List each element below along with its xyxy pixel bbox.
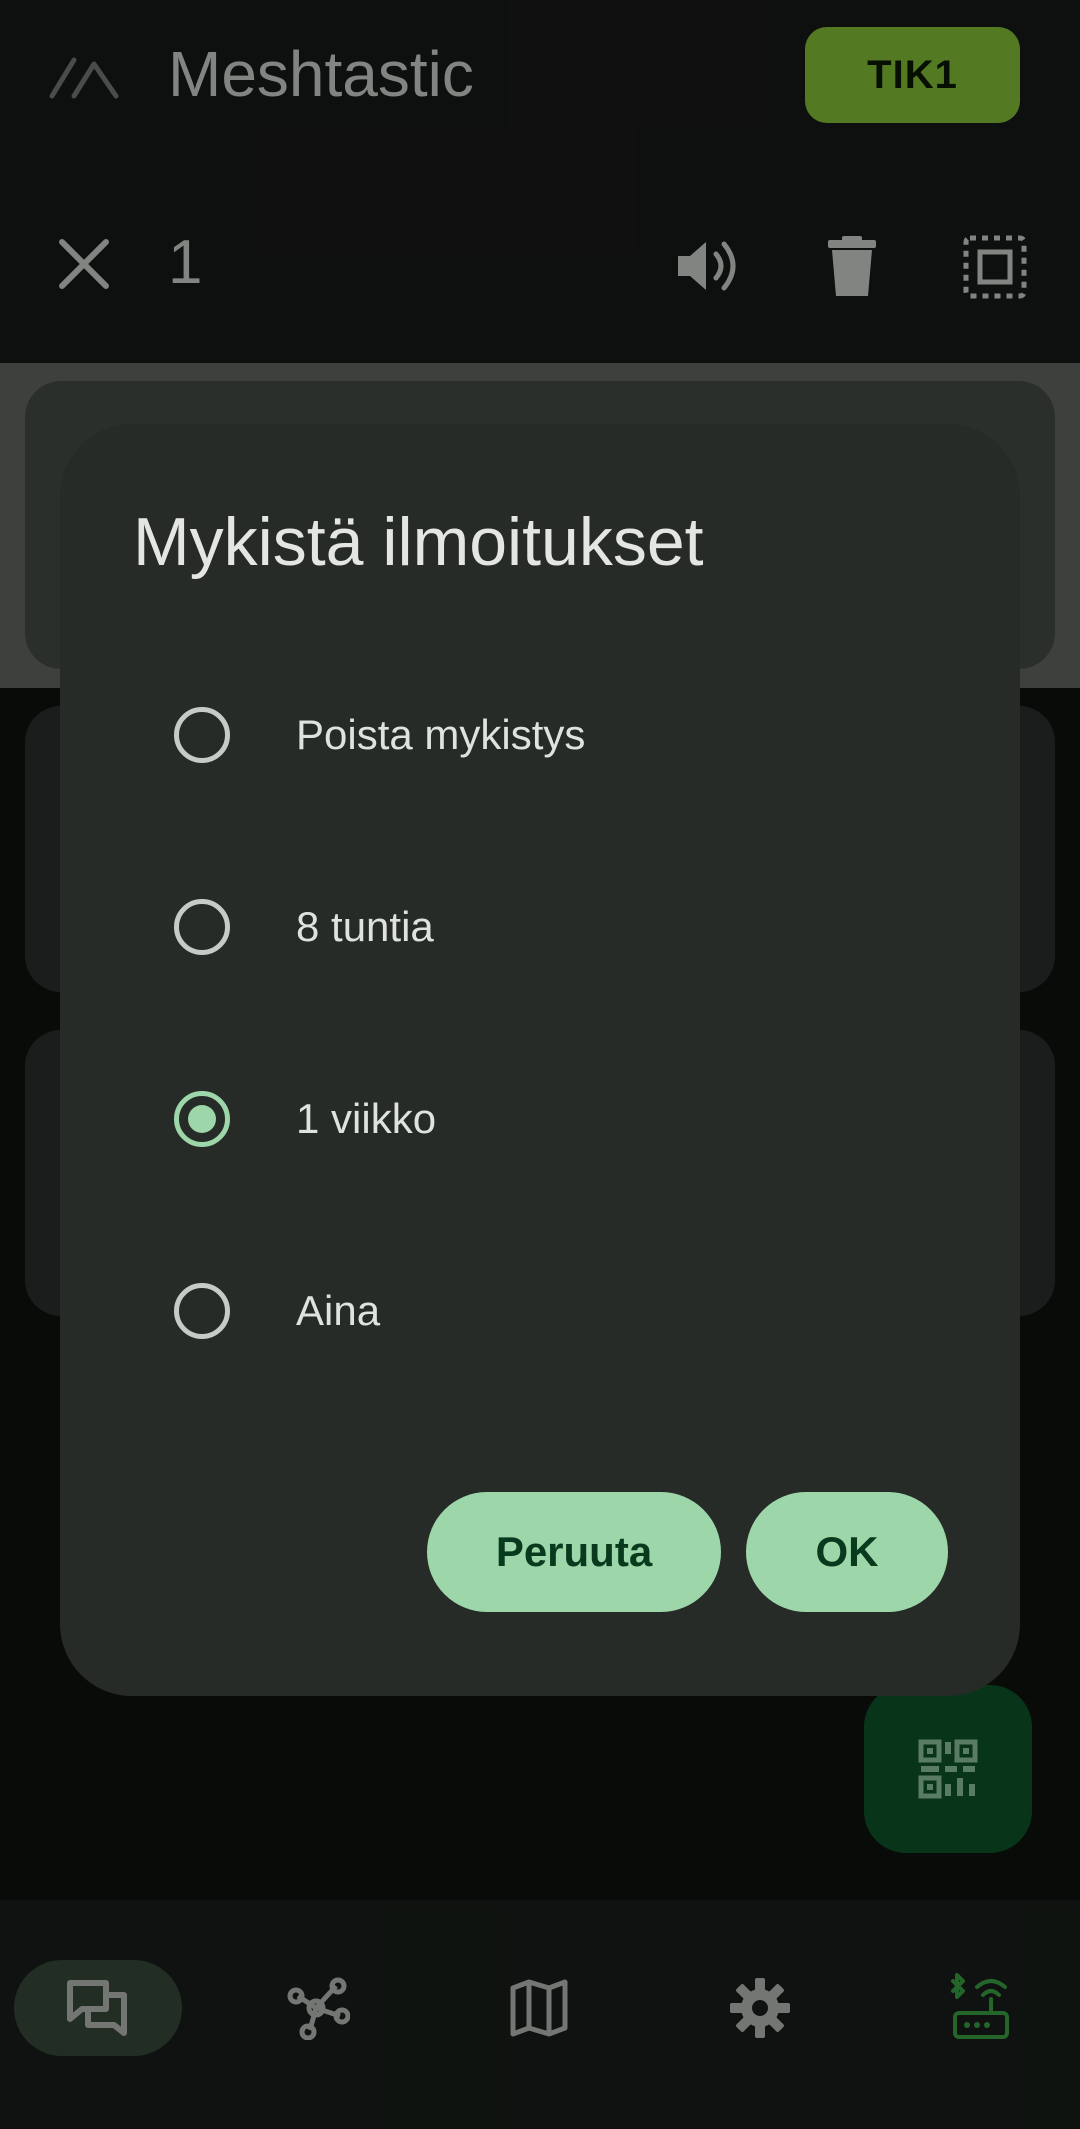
radio-button[interactable] xyxy=(174,1283,230,1339)
ok-button[interactable]: OK xyxy=(746,1492,948,1612)
radio-button-selected[interactable] xyxy=(174,1091,230,1147)
radio-button[interactable] xyxy=(174,899,230,955)
option-1-week[interactable]: 1 viikko xyxy=(130,1044,990,1194)
option-label: 1 viikko xyxy=(296,1095,437,1142)
option-unmute[interactable]: Poista mykistys xyxy=(130,660,990,810)
option-label: Aina xyxy=(296,1287,381,1334)
option-8-hours[interactable]: 8 tuntia xyxy=(130,852,990,1002)
option-label: 8 tuntia xyxy=(296,903,434,950)
radio-button[interactable] xyxy=(174,707,230,763)
option-label: Poista mykistys xyxy=(296,711,586,758)
dialog-title: Mykistä ilmoitukset xyxy=(133,504,704,580)
cancel-button[interactable]: Peruuta xyxy=(427,1492,721,1612)
option-always[interactable]: Aina xyxy=(130,1236,990,1386)
